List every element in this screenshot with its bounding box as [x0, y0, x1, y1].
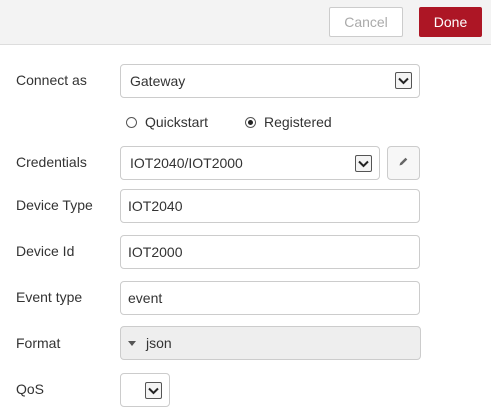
event-type-label: Event type [16, 289, 83, 305]
chevron-down-icon [395, 72, 412, 89]
device-type-label: Device Type [16, 197, 93, 213]
connect-as-label: Connect as [16, 72, 87, 88]
event-type-value: event [128, 290, 163, 306]
pencil-icon [398, 154, 409, 172]
device-type-input[interactable]: IOT2040 [120, 189, 420, 223]
radio-quickstart[interactable]: Quickstart [126, 114, 208, 130]
device-id-value: IOT2000 [128, 244, 183, 260]
done-button[interactable]: Done [419, 7, 482, 37]
caret-down-icon[interactable] [128, 340, 136, 346]
format-typed-input[interactable]: json [120, 326, 421, 360]
qos-select[interactable] [120, 373, 170, 407]
credentials-value: IOT2040/IOT2000 [130, 155, 243, 171]
device-id-input[interactable]: IOT2000 [120, 235, 420, 269]
credentials-label: Credentials [16, 154, 87, 170]
format-value: json [146, 335, 172, 351]
chevron-down-icon [355, 155, 372, 172]
event-type-input[interactable]: event [120, 281, 420, 315]
radio-registered[interactable]: Registered [245, 114, 332, 130]
device-type-value: IOT2040 [128, 198, 183, 214]
radio-quickstart-label: Quickstart [145, 114, 209, 130]
connect-as-value: Gateway [130, 73, 186, 89]
radio-registered-dot [245, 116, 256, 128]
format-label: Format [16, 335, 61, 351]
credentials-select[interactable]: IOT2040/IOT2000 [120, 146, 380, 180]
cancel-button[interactable]: Cancel [329, 7, 403, 37]
qos-label: QoS [16, 381, 45, 397]
connect-as-select[interactable]: Gateway [120, 64, 420, 98]
chevron-down-icon [145, 382, 162, 399]
dialog-toolbar: Cancel Done [0, 0, 491, 45]
radio-quickstart-dot [126, 116, 137, 128]
device-id-label: Device Id [16, 243, 75, 259]
edit-credentials-button[interactable] [387, 146, 420, 180]
radio-registered-label: Registered [264, 114, 332, 130]
